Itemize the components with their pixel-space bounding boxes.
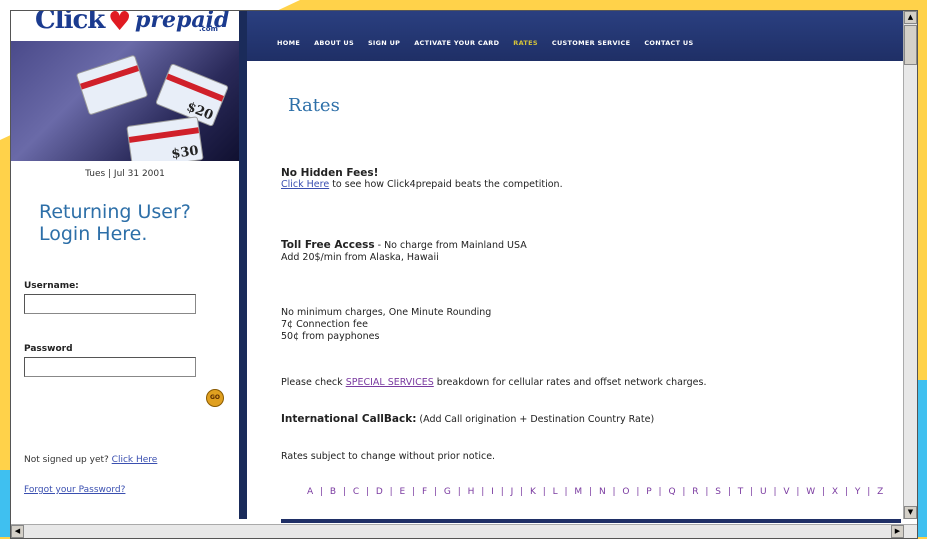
no-minimum-text: No minimum charges, One Minute Rounding bbox=[281, 307, 492, 318]
nav-rates[interactable]: RATES bbox=[513, 39, 538, 47]
logo-dotcom-text: .com bbox=[199, 25, 218, 33]
returning-user-heading: Returning User? Login Here. bbox=[39, 201, 229, 245]
scroll-right-icon[interactable]: ▶ bbox=[891, 525, 904, 538]
intl-callback-text: (Add Call origination + Destination Coun… bbox=[416, 414, 655, 425]
password-input[interactable] bbox=[24, 357, 196, 377]
intl-callback-line: International CallBack: (Add Call origin… bbox=[281, 413, 654, 426]
login-line: Login Here. bbox=[39, 223, 148, 245]
browser-window: Click ♥ prepaid .com $20 $30 Tues | Jul … bbox=[10, 10, 918, 539]
scroll-up-icon[interactable]: ▲ bbox=[904, 11, 917, 24]
toll-free-text: - No charge from Mainland USA bbox=[374, 240, 527, 251]
special-services-line: Please check SPECIAL SERVICES breakdown … bbox=[281, 377, 707, 389]
scroll-thumb[interactable] bbox=[904, 25, 917, 65]
nav-customer-service[interactable]: CUSTOMER SERVICE bbox=[552, 39, 630, 47]
sidebar: Click ♥ prepaid .com $20 $30 Tues | Jul … bbox=[11, 11, 247, 519]
payphone-fee-text: 50¢ from payphones bbox=[281, 331, 380, 342]
compare-text: to see how Click4prepaid beats the compe… bbox=[329, 179, 563, 190]
toll-free-section: Toll Free Access - No charge from Mainla… bbox=[281, 239, 527, 264]
go-button[interactable]: GO bbox=[206, 389, 224, 407]
no-hidden-fees-section: No Hidden Fees! Click Here to see how Cl… bbox=[281, 167, 563, 191]
toll-free-line: Toll Free Access - No charge from Mainla… bbox=[281, 239, 527, 252]
intl-callback-heading: International CallBack: bbox=[281, 413, 417, 425]
breakdown-text: breakdown for cellular rates and offset … bbox=[433, 377, 707, 388]
returning-line: Returning User? bbox=[39, 201, 191, 223]
banner-image: $20 $30 bbox=[11, 41, 239, 161]
special-services-link[interactable]: SPECIAL SERVICES bbox=[346, 377, 434, 388]
nav-home[interactable]: HOME bbox=[277, 39, 300, 47]
nav-activate-card[interactable]: ACTIVATE YOUR CARD bbox=[414, 39, 499, 47]
heart-icon: ♥ bbox=[108, 10, 132, 37]
please-check-text: Please check bbox=[281, 377, 346, 388]
phone-card-image bbox=[75, 54, 149, 116]
username-label: Username: bbox=[24, 281, 79, 291]
card-amount: $30 bbox=[170, 143, 200, 161]
password-label: Password bbox=[24, 344, 73, 354]
username-input[interactable] bbox=[24, 294, 196, 314]
vertical-scrollbar[interactable]: ▲ ▼ bbox=[903, 11, 917, 519]
compare-link[interactable]: Click Here bbox=[281, 179, 329, 190]
signup-prompt: Not signed up yet? Click Here bbox=[24, 455, 157, 465]
phone-card-image: $30 bbox=[126, 116, 204, 161]
logo[interactable]: Click ♥ prepaid .com bbox=[11, 11, 239, 41]
nav-about-us[interactable]: ABOUT US bbox=[314, 39, 354, 47]
alaska-surcharge: Add 20$/min from Alaska, Hawaii bbox=[281, 252, 439, 263]
nav-sign-up[interactable]: SIGN UP bbox=[368, 39, 400, 47]
scroll-left-icon[interactable]: ◀ bbox=[11, 525, 24, 538]
not-signed-text: Not signed up yet? bbox=[24, 455, 109, 465]
rates-notice: Rates subject to change without prior no… bbox=[281, 451, 496, 462]
card-stripe bbox=[166, 73, 224, 102]
top-navigation: HOME ABOUT US SIGN UP ACTIVATE YOUR CARD… bbox=[247, 11, 917, 61]
bottom-divider bbox=[281, 519, 901, 523]
scroll-down-icon[interactable]: ▼ bbox=[904, 506, 917, 519]
charges-section: No minimum charges, One Minute Rounding … bbox=[281, 307, 491, 343]
nav-menu: HOME ABOUT US SIGN UP ACTIVATE YOUR CARD… bbox=[277, 39, 707, 47]
card-stripe bbox=[80, 65, 139, 90]
alphabet-index[interactable]: A | B | C | D | E | F | G | H | I | J | … bbox=[307, 487, 885, 497]
logo-click-text: Click bbox=[35, 10, 105, 35]
card-stripe bbox=[128, 127, 199, 143]
forgot-password-link[interactable]: Forgot your Password? bbox=[24, 485, 125, 495]
signup-link[interactable]: Click Here bbox=[112, 455, 158, 465]
toll-free-heading: Toll Free Access bbox=[281, 239, 375, 251]
current-date: Tues | Jul 31 2001 bbox=[85, 169, 165, 179]
connection-fee-text: 7¢ Connection fee bbox=[281, 319, 368, 330]
horizontal-scrollbar[interactable]: ◀ ▶ bbox=[11, 524, 917, 538]
nav-contact-us[interactable]: CONTACT US bbox=[644, 39, 693, 47]
page-title: Rates bbox=[288, 95, 340, 116]
forgot-password-row: Forgot your Password? bbox=[24, 485, 125, 495]
compare-line: Click Here to see how Click4prepaid beat… bbox=[281, 179, 563, 191]
no-hidden-fees-heading: No Hidden Fees! bbox=[281, 167, 379, 179]
